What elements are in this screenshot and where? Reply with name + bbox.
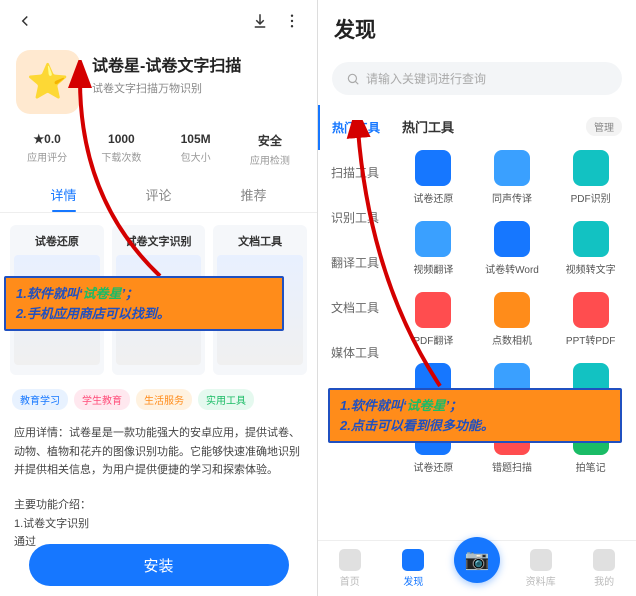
description: 应用详情：试卷星是一款功能强大的安卓应用，提供试卷、动物、植物和花卉的图像识别功… <box>0 416 317 488</box>
stat-downloads[interactable]: 1000 下载次数 <box>84 132 158 167</box>
tag[interactable]: 学生教育 <box>74 389 130 410</box>
top-bar <box>0 0 317 42</box>
tabs: 详情 评论 推荐 <box>0 177 317 213</box>
tool-item[interactable]: PDF翻译 <box>394 286 473 357</box>
tool-label: 试卷还原 <box>396 190 471 205</box>
tab-comments[interactable]: 评论 <box>111 177 206 212</box>
tool-label: 视频翻译 <box>396 261 471 276</box>
stat-size[interactable]: 105M 包大小 <box>159 132 233 167</box>
manage-button[interactable]: 管理 <box>586 117 622 136</box>
side-nav: 热门工具 扫描工具 识别工具 翻译工具 文档工具 媒体工具 证件照工具 <box>318 105 392 551</box>
side-item-scan[interactable]: 扫描工具 <box>318 150 392 195</box>
discover-title: 发现 <box>334 14 620 44</box>
tag[interactable]: 实用工具 <box>198 389 254 410</box>
discover-screen: 发现 请输入关键词进行查询 热门工具 扫描工具 识别工具 翻译工具 文档工具 媒… <box>318 0 636 596</box>
side-item-translate[interactable]: 翻译工具 <box>318 240 392 285</box>
nav-discover[interactable]: 发现 <box>382 549 446 588</box>
search-input[interactable]: 请输入关键词进行查询 <box>332 62 622 95</box>
tool-item[interactable]: 视频翻译 <box>394 215 473 286</box>
tool-item[interactable]: PDF识别 <box>551 144 630 215</box>
section-title: 热门工具 <box>402 117 586 136</box>
side-item-doc[interactable]: 文档工具 <box>318 285 392 330</box>
tool-label: 同声传译 <box>475 190 550 205</box>
grid-area: 热门工具 管理 试卷还原同声传译PDF识别视频翻译试卷转Word视频转文字PDF… <box>392 105 636 551</box>
nav-me[interactable]: 我的 <box>572 549 636 588</box>
tags: 教育学习 学生教育 生活服务 实用工具 <box>0 383 317 416</box>
tool-item[interactable]: 点数相机 <box>473 286 552 357</box>
tool-icon <box>415 150 451 186</box>
tool-label: PDF识别 <box>553 190 628 205</box>
annotation-right: 1.软件就叫‘试卷星’； 2.点击可以看到很多功能。 <box>328 388 622 443</box>
tag[interactable]: 生活服务 <box>136 389 192 410</box>
tab-detail[interactable]: 详情 <box>16 177 111 212</box>
app-subtitle: 试卷文字扫描万物识别 <box>92 80 301 96</box>
tool-item[interactable]: 视频转文字 <box>551 215 630 286</box>
back-icon[interactable] <box>14 10 36 32</box>
side-item-media[interactable]: 媒体工具 <box>318 330 392 375</box>
tool-label: 拍笔记 <box>553 459 628 474</box>
app-icon: ⭐ <box>16 50 80 114</box>
tag[interactable]: 教育学习 <box>12 389 68 410</box>
more-icon[interactable] <box>281 10 303 32</box>
nav-camera[interactable]: 📷 <box>445 555 509 583</box>
tool-item[interactable]: 试卷转Word <box>473 215 552 286</box>
tool-label: 视频转文字 <box>553 261 628 276</box>
tool-label: 点数相机 <box>475 332 550 347</box>
tool-icon <box>573 292 609 328</box>
tool-label: PPT转PDF <box>553 332 628 347</box>
nav-library[interactable]: 资料库 <box>509 549 573 588</box>
tool-icon <box>415 292 451 328</box>
side-item-hot[interactable]: 热门工具 <box>318 105 392 150</box>
install-button[interactable]: 安装 <box>29 544 289 586</box>
camera-icon: 📷 <box>454 537 500 583</box>
discover-header: 发现 <box>318 0 636 54</box>
tool-item[interactable]: PPT转PDF <box>551 286 630 357</box>
tool-icon <box>415 221 451 257</box>
search-placeholder: 请输入关键词进行查询 <box>366 70 486 87</box>
bottom-nav: 首页 发现 📷 资料库 我的 <box>318 540 636 596</box>
nav-home[interactable]: 首页 <box>318 549 382 588</box>
tool-label: 错题扫描 <box>475 459 550 474</box>
stats-row: ★0.0 应用评分 1000 下载次数 105M 包大小 安全 应用检测 <box>0 126 317 177</box>
tool-label: PDF翻译 <box>396 332 471 347</box>
app-title: 试卷星-试卷文字扫描 <box>92 52 301 76</box>
tool-icon <box>573 221 609 257</box>
annotation-left: 1.软件就叫‘试卷星’； 2.手机应用商店可以找到。 <box>4 276 284 331</box>
side-item-recognize[interactable]: 识别工具 <box>318 195 392 240</box>
tool-icon <box>573 150 609 186</box>
tool-item[interactable]: 试卷还原 <box>394 144 473 215</box>
stat-security[interactable]: 安全 应用检测 <box>233 132 307 167</box>
tool-label: 试卷还原 <box>396 459 471 474</box>
app-header: ⭐ 试卷星-试卷文字扫描 试卷文字扫描万物识别 <box>0 42 317 126</box>
tool-icon <box>494 292 530 328</box>
tab-recommend[interactable]: 推荐 <box>206 177 301 212</box>
tool-label: 试卷转Word <box>475 261 550 276</box>
download-icon[interactable] <box>249 10 271 32</box>
tool-icon <box>494 221 530 257</box>
tool-item[interactable]: 同声传译 <box>473 144 552 215</box>
tool-icon <box>494 150 530 186</box>
search-icon <box>346 72 360 86</box>
stat-rating[interactable]: ★0.0 应用评分 <box>10 132 84 167</box>
